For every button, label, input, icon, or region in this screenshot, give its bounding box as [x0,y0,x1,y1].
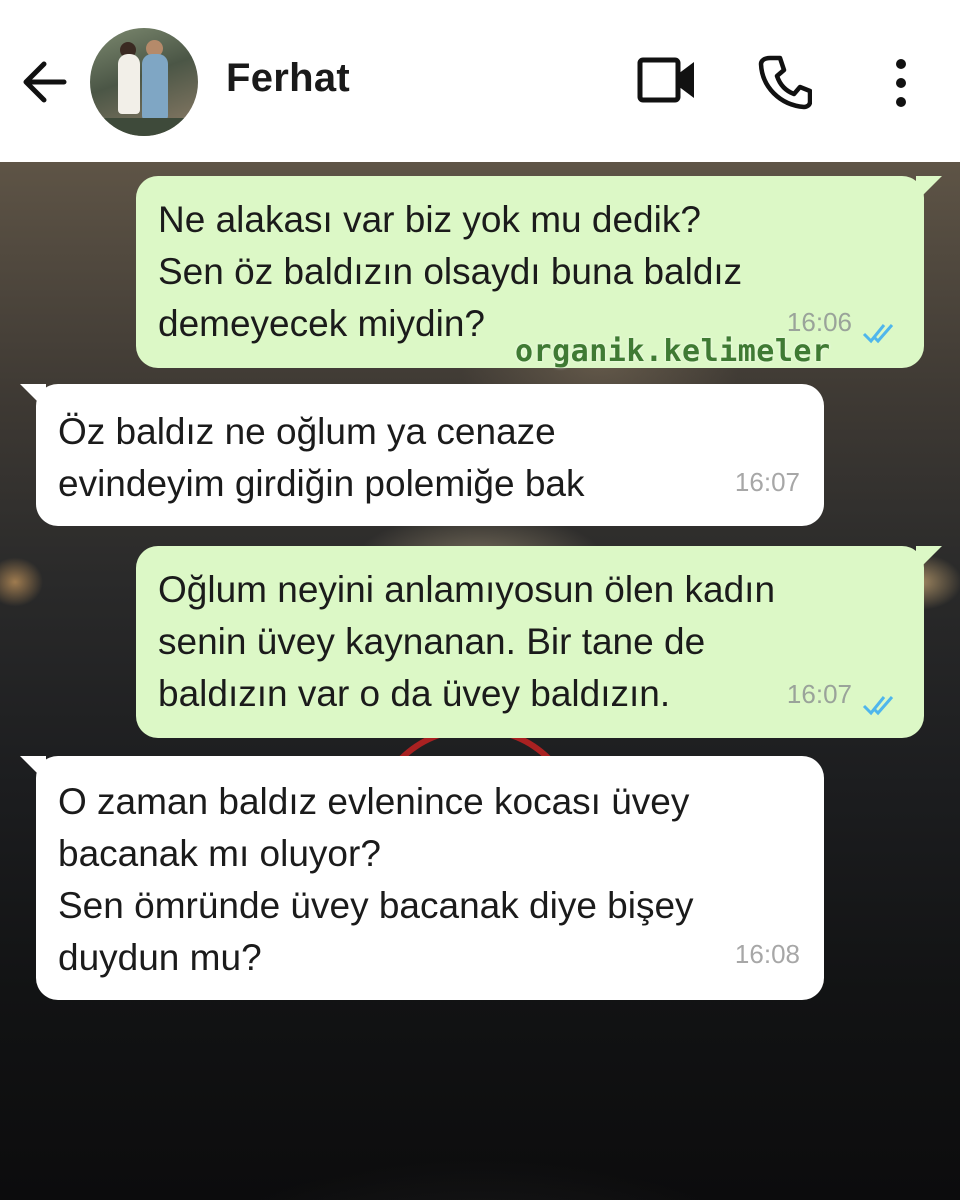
read-ticks-icon [862,696,894,716]
message-text: evindeyim girdiğin polemiğe bak [58,463,585,504]
phone-icon[interactable] [758,54,812,110]
message-time: 16:07 [734,467,800,497]
message-text: Sen ömründe üvey bacanak diye bişey [58,885,694,926]
message-text: bacanak mı oluyor? [58,833,381,874]
video-camera-icon[interactable] [636,54,698,106]
avatar[interactable] [90,28,198,136]
message-text: Oğlum neyini anlamıyosun ölen kadın [158,569,776,610]
message-bubble-incoming[interactable]: O zaman baldız evlenince kocası üvey bac… [36,756,824,1000]
message-text: Öz baldız ne oğlum ya cenaze [58,411,556,452]
avatar-figure [118,54,140,114]
avatar-figure [142,54,168,120]
avatar-ground [90,118,198,136]
more-vertical-icon[interactable] [886,56,916,110]
message-text: senin üvey kaynanan. Bir tane de [158,621,706,662]
message-time: 16:07 [786,679,852,709]
message-text: Ne alakası var biz yok mu dedik? [158,199,701,240]
chat-header: Ferhat [0,0,960,162]
message-text: O zaman baldız evlenince kocası üvey [58,781,690,822]
message-bubble-incoming[interactable]: Öz baldız ne oğlum ya cenaze evindeyim g… [36,384,824,526]
read-ticks-icon [862,324,894,344]
watermark: organik.kelimeler [515,334,831,369]
contact-name[interactable]: Ferhat [226,56,350,101]
message-bubble-outgoing[interactable]: Oğlum neyini anlamıyosun ölen kadın seni… [136,546,924,738]
arrow-left-icon[interactable] [20,52,72,112]
message-text: duydun mu? [58,937,262,978]
message-time: 16:08 [734,939,800,969]
message-text: Sen öz baldızın olsaydı buna baldız [158,251,743,292]
